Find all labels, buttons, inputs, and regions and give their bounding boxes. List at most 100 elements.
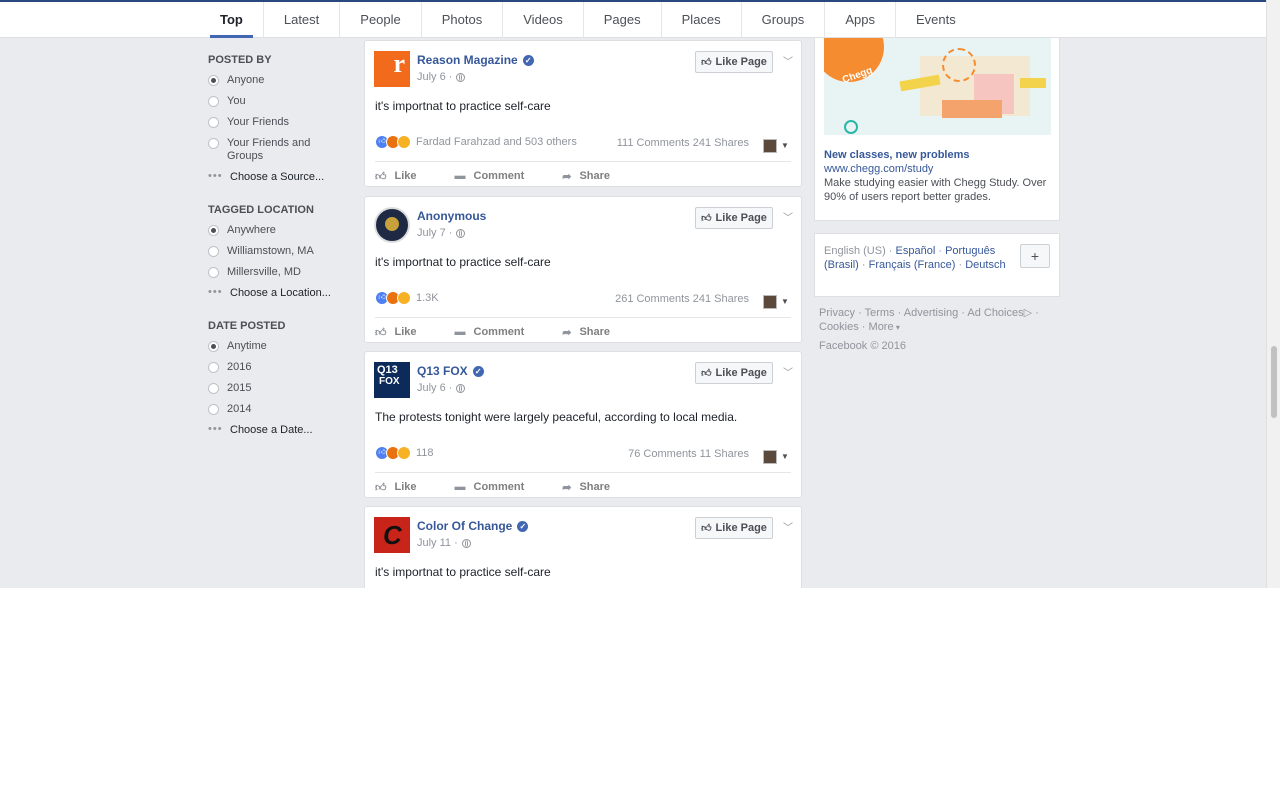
radio[interactable] (208, 383, 219, 394)
like-button[interactable]: 👍︎ Like (375, 481, 417, 494)
action-label: Like (394, 326, 417, 338)
filter-option-anytime[interactable]: Anytime (208, 340, 348, 353)
post-date[interactable]: July 7 · (417, 227, 466, 239)
scrollbar-thumb[interactable] (1271, 346, 1277, 418)
chevron-down-icon[interactable]: ﹀ (783, 209, 793, 224)
chevron-down-icon[interactable]: ﹀ (783, 53, 793, 68)
tab-latest[interactable]: Latest (264, 2, 341, 38)
tab-top[interactable]: Top (200, 2, 264, 38)
more-languages-button[interactable]: + (1020, 244, 1050, 268)
globe-icon (461, 538, 471, 548)
language-link[interactable]: Deutsch (965, 259, 1005, 271)
radio[interactable] (208, 267, 219, 278)
tab-events[interactable]: Events (896, 2, 976, 38)
footer-link-advertising[interactable]: Advertising (904, 307, 958, 319)
filter-option-2015[interactable]: 2015 (208, 382, 348, 395)
page-avatar[interactable]: r (374, 49, 410, 87)
tab-apps[interactable]: Apps (825, 2, 896, 38)
ad-title[interactable]: New classes, new problems (824, 149, 970, 161)
like-page-button[interactable]: 👍︎ Like Page (695, 362, 773, 384)
filter-option-millersville[interactable]: Millersville, MD (208, 266, 348, 279)
filter-option-label: Millersville, MD (227, 266, 301, 278)
like-page-button[interactable]: 👍︎ Like Page (695, 517, 773, 539)
ad-url[interactable]: www.chegg.com/study (824, 163, 933, 175)
radio[interactable] (208, 117, 219, 128)
comment-button[interactable]: ▬ Comment (455, 481, 525, 493)
like-button[interactable]: 👍︎ Like (375, 170, 417, 183)
page-name[interactable]: Color Of Change ✓ (417, 519, 529, 533)
filter-option-label: You (227, 95, 246, 107)
radio-selected[interactable] (208, 341, 219, 352)
comment-share-stats[interactable]: 261 Comments 241 Shares (615, 293, 749, 305)
tab-videos[interactable]: Videos (503, 2, 584, 38)
chevron-down-icon[interactable]: ﹀ (783, 519, 793, 534)
radio[interactable] (208, 138, 219, 149)
post-as-avatar[interactable] (763, 450, 777, 464)
filter-option-you[interactable]: You (208, 95, 348, 108)
filter-option-2016[interactable]: 2016 (208, 361, 348, 374)
caret-down-icon[interactable]: ▼ (781, 297, 789, 306)
page-name[interactable]: Q13 FOX ✓ (417, 364, 484, 378)
filter-option-anyone[interactable]: Anyone (208, 74, 348, 87)
footer-link-privacy[interactable]: Privacy (819, 307, 855, 319)
page-avatar[interactable]: C (374, 517, 410, 553)
tab-people[interactable]: People (340, 2, 422, 38)
thumbs-up-icon: 👍︎ (375, 170, 387, 183)
footer-link-more[interactable]: More (869, 321, 894, 333)
share-button[interactable]: ➦ Share (562, 326, 610, 339)
footer-link-terms[interactable]: Terms (865, 307, 895, 319)
choose-location-link[interactable]: ••• Choose a Location... (208, 287, 348, 300)
page-avatar[interactable]: Q13 FOX (374, 362, 410, 398)
filter-option-label: Anywhere (227, 224, 276, 236)
footer-link-ad-choices[interactable]: Ad Choices (967, 307, 1023, 319)
radio[interactable] (208, 362, 219, 373)
caret-down-icon[interactable]: ▼ (781, 141, 789, 150)
share-button[interactable]: ➦ Share (562, 170, 610, 183)
post-date[interactable]: July 11 · (417, 537, 471, 549)
post-as-avatar[interactable] (763, 139, 777, 153)
filter-option-2014[interactable]: 2014 (208, 403, 348, 416)
page-name[interactable]: Anonymous (417, 209, 486, 223)
radio-selected[interactable] (208, 225, 219, 236)
radio[interactable] (208, 404, 219, 415)
filter-option-williamstown[interactable]: Williamstown, MA (208, 245, 348, 258)
choose-date-link[interactable]: ••• Choose a Date... (208, 424, 348, 437)
radio[interactable] (208, 96, 219, 107)
like-page-button[interactable]: 👍︎ Like Page (695, 51, 773, 73)
tab-photos[interactable]: Photos (422, 2, 504, 38)
reactions-summary[interactable]: 👍︎ 118 (375, 446, 434, 460)
tab-places[interactable]: Places (662, 2, 742, 38)
post-date[interactable]: July 6 · (417, 71, 466, 83)
share-button[interactable]: ➦ Share (562, 481, 610, 494)
tab-groups[interactable]: Groups (742, 2, 826, 38)
page-avatar[interactable] (374, 207, 410, 243)
like-button[interactable]: 👍︎ Like (375, 326, 417, 339)
footer-link-cookies[interactable]: Cookies (819, 321, 859, 333)
caret-down-icon[interactable]: ▼ (781, 452, 789, 461)
post-as-avatar[interactable] (763, 295, 777, 309)
tab-pages[interactable]: Pages (584, 2, 662, 38)
comment-icon: ▬ (454, 170, 466, 182)
chevron-down-icon[interactable]: ﹀ (783, 364, 793, 379)
comment-share-stats[interactable]: 76 Comments 11 Shares (628, 448, 749, 460)
comment-button[interactable]: ▬ Comment (455, 326, 525, 338)
comment-button[interactable]: ▬ Comment (455, 170, 525, 182)
filter-option-your-friends[interactable]: Your Friends (208, 116, 348, 129)
radio-selected[interactable] (208, 75, 219, 86)
scrollbar[interactable] (1266, 0, 1280, 588)
choose-source-link[interactable]: ••• Choose a Source... (208, 171, 348, 184)
reactions-summary[interactable]: 👍︎ Fardad Farahzad and 503 others (375, 135, 577, 149)
like-page-button[interactable]: 👍︎ Like Page (695, 207, 773, 229)
language-link[interactable]: Español (896, 245, 936, 257)
filter-option-anywhere[interactable]: Anywhere (208, 224, 348, 237)
verified-badge-icon: ✓ (517, 520, 529, 532)
filter-option-friends-groups[interactable]: Your Friends and Groups (208, 137, 348, 163)
radio[interactable] (208, 246, 219, 257)
comment-share-stats[interactable]: 111 Comments 241 Shares (617, 137, 749, 149)
language-link[interactable]: Français (France) (869, 259, 956, 271)
reactions-summary[interactable]: 👍︎ 1.3K (375, 291, 439, 305)
post-date[interactable]: July 6 · (417, 382, 466, 394)
filter-option-label: Your Friends (227, 116, 289, 128)
ad-image[interactable]: Chegg (824, 38, 1051, 135)
page-name[interactable]: Reason Magazine ✓ (417, 53, 534, 67)
